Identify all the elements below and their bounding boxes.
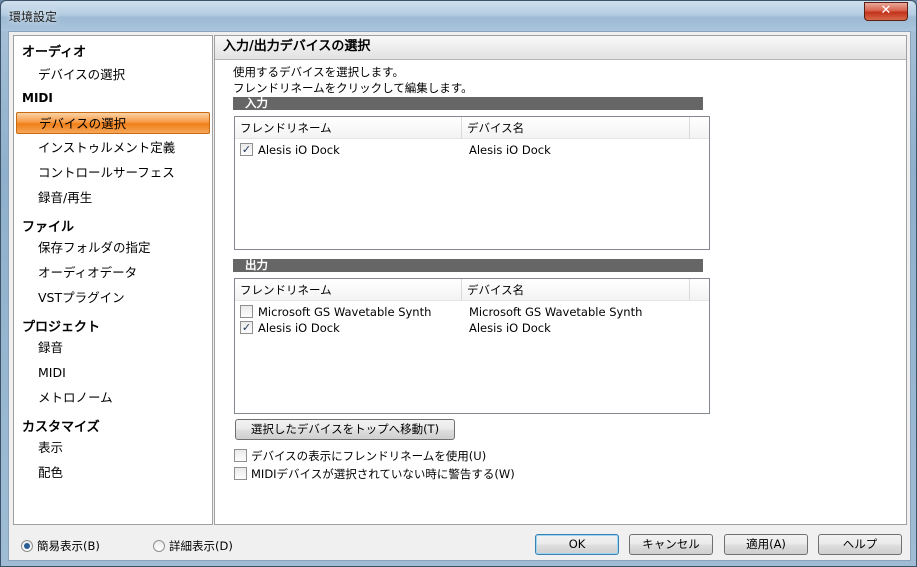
column-header-friendly-name[interactable]: フレンドリネーム — [235, 279, 462, 301]
sidebar-item-recording[interactable]: 録音 — [16, 337, 210, 359]
sidebar-item-metronome[interactable]: メトロノーム — [16, 387, 210, 409]
checkbox-icon[interactable]: ✓ — [240, 143, 253, 156]
window-title: 環境設定 — [9, 10, 58, 24]
sidebar-category-customize[interactable]: カスタマイズ — [22, 416, 100, 435]
sidebar-category-audio[interactable]: オーディオ — [22, 41, 86, 60]
option-label: MIDIデバイスが選択されていない時に警告する(W) — [251, 467, 515, 481]
description-line-1: 使用するデバイスを選択します。 — [233, 65, 405, 79]
sidebar-item-display[interactable]: 表示 — [16, 437, 210, 459]
sidebar-item-save-folder[interactable]: 保存フォルダの指定 — [16, 237, 210, 259]
sidebar-item-record-playback[interactable]: 録音/再生 — [16, 187, 210, 209]
cancel-button[interactable]: キャンセル — [629, 534, 713, 555]
input-row-0[interactable]: ✓ Alesis iO Dock Alesis iO Dock — [235, 142, 709, 158]
radio-detail-view[interactable] — [153, 540, 165, 552]
radio-simple-view[interactable] — [21, 540, 33, 552]
sidebar-tree: オーディオ デバイスの選択 MIDI デバイスの選択 インストゥルメント定義 コ… — [13, 35, 213, 525]
checkbox-icon[interactable] — [240, 305, 253, 318]
friendly-name-cell[interactable]: Alesis iO Dock — [258, 142, 340, 158]
output-list-header: フレンドリネーム デバイス名 — [235, 279, 709, 301]
sidebar-item-project-midi[interactable]: MIDI — [16, 362, 210, 384]
ok-button[interactable]: OK — [535, 534, 619, 555]
close-button[interactable]: ✕ — [864, 2, 908, 21]
sidebar-item-audio-device[interactable]: デバイスの選択 — [16, 64, 210, 86]
sidebar-item-vst-plugin[interactable]: VSTプラグイン — [16, 287, 210, 309]
input-device-list[interactable]: フレンドリネーム デバイス名 ✓ Alesis iO Dock Alesis i… — [234, 116, 710, 250]
simple-view-label[interactable]: 簡易表示(B) — [37, 538, 100, 554]
sidebar-item-midi-device[interactable]: デバイスの選択 — [16, 112, 210, 134]
sidebar-item-instrument-definition[interactable]: インストゥルメント定義 — [16, 137, 210, 159]
sidebar-category-file[interactable]: ファイル — [22, 216, 74, 235]
device-name-cell: Microsoft GS Wavetable Synth — [469, 305, 643, 319]
checkbox-icon[interactable]: ✓ — [240, 321, 253, 334]
apply-button[interactable]: 適用(A) — [724, 534, 808, 555]
column-header-device-name[interactable]: デバイス名 — [462, 279, 690, 301]
preferences-window: 環境設定 ✕ オーディオ デバイスの選択 MIDI デバイスの選択 インストゥル… — [0, 0, 917, 567]
output-row-0[interactable]: Microsoft GS Wavetable Synth Microsoft G… — [235, 304, 709, 320]
sidebar-category-midi[interactable]: MIDI — [22, 91, 53, 105]
description-line-2: フレンドリネームをクリックして編集します。 — [233, 81, 473, 95]
panel-title: 入力/出力デバイスの選択 — [215, 36, 906, 60]
sidebar-category-project[interactable]: プロジェクト — [22, 316, 100, 335]
input-section-header: 入力 — [233, 97, 703, 110]
friendly-name-cell[interactable]: Alesis iO Dock — [258, 320, 340, 336]
title-bar[interactable]: 環境設定 ✕ — [1, 1, 916, 31]
settings-panel: 入力/出力デバイスの選択 使用するデバイスを選択します。 フレンドリネームをクリ… — [214, 35, 907, 525]
detail-view-label[interactable]: 詳細表示(D) — [169, 538, 233, 554]
option-label: デバイスの表示にフレンドリネームを使用(U) — [251, 449, 487, 463]
sidebar-item-control-surface[interactable]: コントロールサーフェス — [16, 162, 210, 184]
checkbox-icon[interactable] — [234, 449, 247, 462]
input-list-header: フレンドリネーム デバイス名 — [235, 117, 709, 139]
help-button[interactable]: ヘルプ — [818, 534, 902, 555]
column-header-device-name[interactable]: デバイス名 — [462, 117, 690, 139]
checkbox-icon[interactable] — [234, 467, 247, 480]
sidebar-item-color-scheme[interactable]: 配色 — [16, 462, 210, 484]
client-area: オーディオ デバイスの選択 MIDI デバイスの選択 インストゥルメント定義 コ… — [8, 31, 911, 561]
output-section-header: 出力 — [233, 259, 703, 272]
sidebar-item-audio-data[interactable]: オーディオデータ — [16, 262, 210, 284]
column-header-friendly-name[interactable]: フレンドリネーム — [235, 117, 462, 139]
move-to-top-button[interactable]: 選択したデバイスをトップへ移動(T) — [235, 419, 455, 440]
device-name-cell: Alesis iO Dock — [469, 321, 551, 335]
device-name-cell: Alesis iO Dock — [469, 143, 551, 157]
output-device-list[interactable]: フレンドリネーム デバイス名 Microsoft GS Wavetable Sy… — [234, 278, 710, 414]
friendly-name-cell[interactable]: Microsoft GS Wavetable Synth — [258, 304, 431, 320]
output-row-1[interactable]: ✓ Alesis iO Dock Alesis iO Dock — [235, 320, 709, 336]
